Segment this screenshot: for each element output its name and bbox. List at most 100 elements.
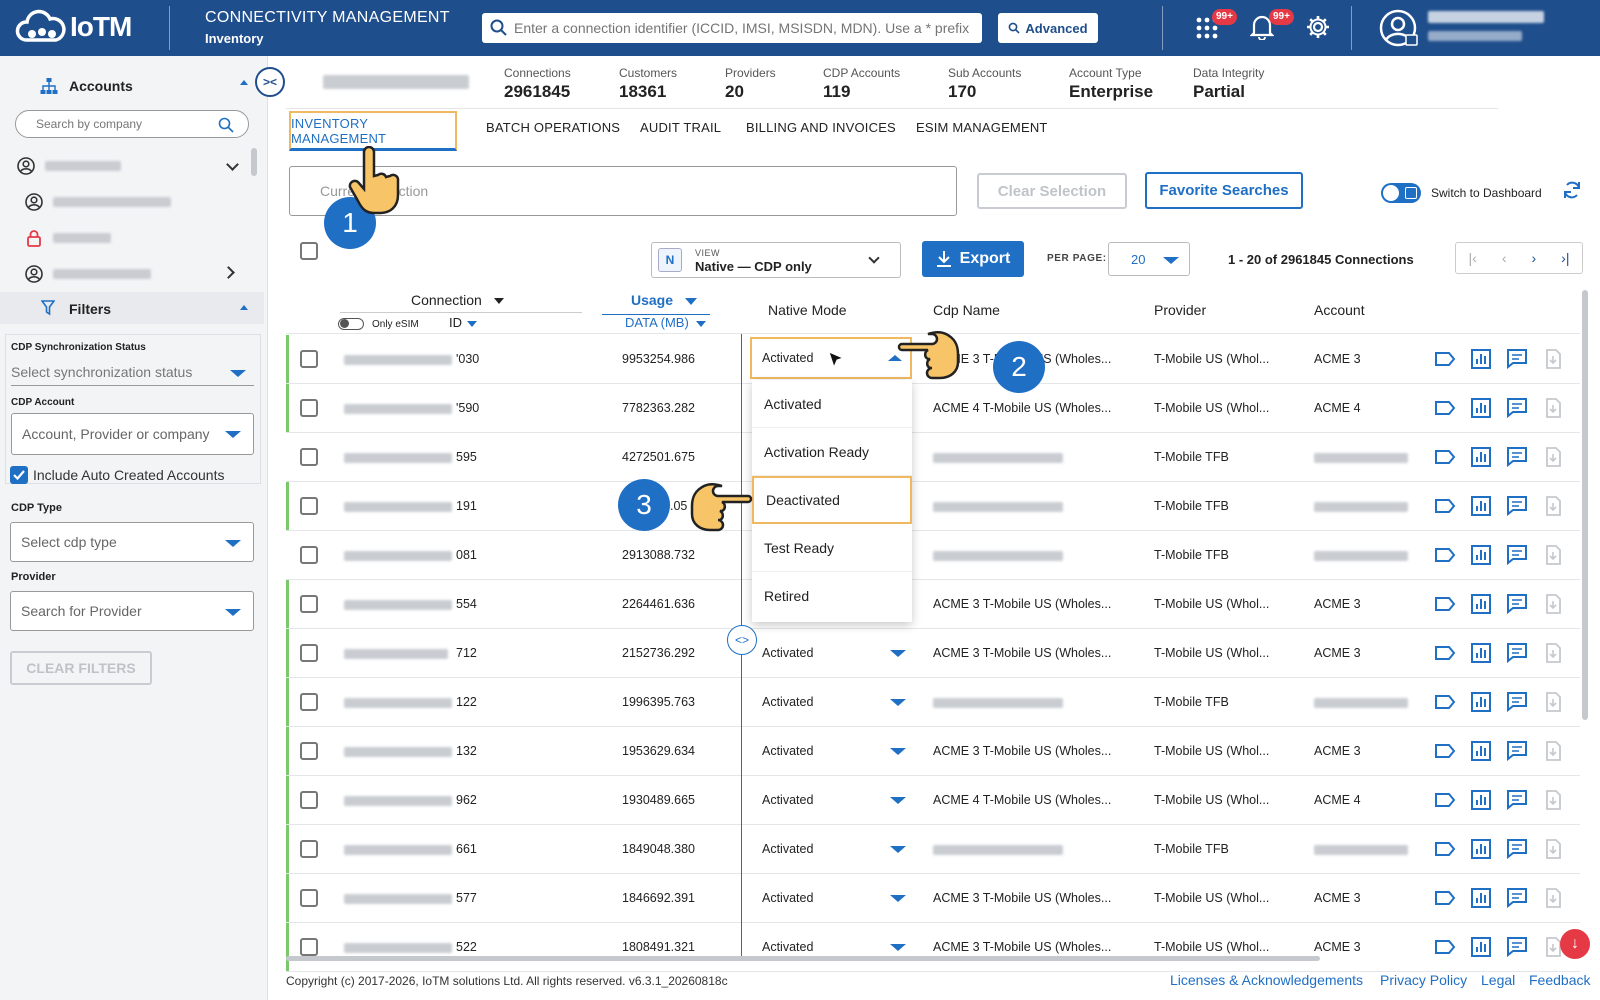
caret-down-icon[interactable] <box>890 797 906 804</box>
menu-item-retired[interactable]: Retired <box>752 572 912 620</box>
account-tree-item[interactable] <box>25 192 171 212</box>
row-checkbox[interactable] <box>300 644 318 662</box>
usage-chart-icon[interactable] <box>1470 887 1492 909</box>
row-id[interactable]: 595 <box>456 450 477 464</box>
caret-down-icon[interactable] <box>890 699 906 706</box>
row-checkbox[interactable] <box>300 546 318 564</box>
row-native-mode[interactable]: Activated <box>762 744 813 758</box>
comment-icon[interactable] <box>1506 593 1528 615</box>
table-row[interactable]: 122 1996395.763 Activated T-Mobile TFB <box>286 678 1580 727</box>
col-connection[interactable]: Connection <box>411 292 504 308</box>
sidebar-scrollbar[interactable] <box>251 148 257 176</box>
caret-down-icon[interactable] <box>890 846 906 853</box>
row-id[interactable]: 712 <box>456 646 477 660</box>
caret-down-icon[interactable] <box>890 748 906 755</box>
table-row[interactable]: 191 .05 T-Mobile TFB <box>286 482 1580 531</box>
link-legal[interactable]: Legal <box>1481 972 1515 988</box>
row-id[interactable]: 577 <box>456 891 477 905</box>
comment-icon[interactable] <box>1506 446 1528 468</box>
comment-icon[interactable] <box>1506 495 1528 517</box>
first-page-icon[interactable]: |‹ <box>1469 250 1477 266</box>
provider-select[interactable]: Search for Provider <box>10 591 254 631</box>
comment-icon[interactable] <box>1506 348 1528 370</box>
collapse-sidebar-button[interactable]: >< <box>255 67 285 97</box>
global-search-input[interactable] <box>514 20 974 36</box>
col-native-mode[interactable]: Native Mode <box>768 302 847 318</box>
user-menu[interactable] <box>1378 8 1544 48</box>
usage-chart-icon[interactable] <box>1470 446 1492 468</box>
tag-icon[interactable] <box>1434 887 1456 909</box>
col-account[interactable]: Account <box>1314 302 1365 318</box>
comment-icon[interactable] <box>1506 397 1528 419</box>
refresh-icon[interactable] <box>1561 179 1583 201</box>
table-row[interactable]: 577 1846692.391 Activated ACME 3 T-Mobile U… <box>286 874 1580 923</box>
row-id[interactable]: 132 <box>456 744 477 758</box>
row-checkbox[interactable] <box>300 497 318 515</box>
only-esim-toggle[interactable]: Only eSIM <box>338 318 419 330</box>
row-id[interactable]: '030 <box>456 352 479 366</box>
next-page-icon[interactable]: › <box>1531 250 1536 266</box>
row-id[interactable]: 122 <box>456 695 477 709</box>
row-checkbox[interactable] <box>300 791 318 809</box>
row-id[interactable]: 522 <box>456 940 477 954</box>
menu-item-test-ready[interactable]: Test Ready <box>752 524 912 572</box>
row-checkbox[interactable] <box>300 693 318 711</box>
usage-chart-icon[interactable] <box>1470 397 1492 419</box>
gear-icon[interactable] <box>1306 15 1330 44</box>
table-row[interactable]: 081 2913088.732 T-Mobile TFB <box>286 531 1580 580</box>
table-row[interactable]: 554 2264461.636 ACME 3 T-Mobile US (Wholes… <box>286 580 1580 629</box>
tag-icon[interactable] <box>1434 348 1456 370</box>
filters-header[interactable]: Filters <box>0 292 264 324</box>
tag-icon[interactable] <box>1434 397 1456 419</box>
table-row[interactable]: 595 4272501.675 T-Mobile TFB <box>286 433 1580 482</box>
row-checkbox[interactable] <box>300 742 318 760</box>
global-search[interactable] <box>482 13 982 43</box>
toggle-switch[interactable] <box>338 318 364 330</box>
prev-page-icon[interactable]: ‹ <box>1502 250 1507 266</box>
select-all-checkbox[interactable] <box>300 242 318 260</box>
row-checkbox[interactable] <box>300 595 318 613</box>
usage-chart-icon[interactable] <box>1470 740 1492 762</box>
comment-icon[interactable] <box>1506 838 1528 860</box>
col-provider[interactable]: Provider <box>1154 302 1206 318</box>
favorite-searches-button[interactable]: Favorite Searches <box>1145 172 1303 209</box>
usage-chart-icon[interactable] <box>1470 691 1492 713</box>
sync-status-select[interactable]: Select synchronization status <box>11 358 254 386</box>
menu-item-activation-ready[interactable]: Activation Ready <box>752 428 912 476</box>
tag-icon[interactable] <box>1434 838 1456 860</box>
tab-inventory-management[interactable]: INVENTORY MANAGEMENT <box>289 111 457 151</box>
comment-icon[interactable] <box>1506 642 1528 664</box>
switch-dashboard-toggle[interactable]: Switch to Dashboard <box>1381 183 1542 203</box>
account-tree-item[interactable] <box>25 228 111 248</box>
row-id[interactable]: '590 <box>456 401 479 415</box>
row-checkbox[interactable] <box>300 350 318 368</box>
usage-chart-icon[interactable] <box>1470 544 1492 566</box>
comment-icon[interactable] <box>1506 789 1528 811</box>
split-handle[interactable]: <> <box>727 625 757 655</box>
chevron-right-icon[interactable] <box>222 266 235 279</box>
table-row[interactable]: '590 7782363.282 ACME 4 T-Mobile US (Whole… <box>286 384 1580 433</box>
usage-chart-icon[interactable] <box>1470 348 1492 370</box>
tag-icon[interactable] <box>1434 642 1456 664</box>
row-id[interactable]: 191 <box>456 499 477 513</box>
tag-icon[interactable] <box>1434 495 1456 517</box>
last-page-icon[interactable]: ›| <box>1561 250 1569 266</box>
include-auto-checkbox[interactable]: Include Auto Created Accounts <box>10 466 224 484</box>
per-page-select[interactable]: 20 <box>1108 242 1190 276</box>
row-native-mode[interactable]: Activated <box>762 891 813 905</box>
row-native-mode[interactable]: Activated <box>762 646 813 660</box>
scroll-down-button[interactable]: ↓ <box>1560 929 1590 959</box>
usage-chart-icon[interactable] <box>1470 789 1492 811</box>
account-tree-item[interactable] <box>17 156 121 176</box>
cdp-account-select[interactable]: Account, Provider or company <box>11 413 254 455</box>
tag-icon[interactable] <box>1434 593 1456 615</box>
caret-down-icon[interactable] <box>890 895 906 902</box>
row-native-mode[interactable]: Activated <box>762 842 813 856</box>
tag-icon[interactable] <box>1434 789 1456 811</box>
usage-chart-icon[interactable] <box>1470 495 1492 517</box>
col-data[interactable]: DATA (MB) <box>625 315 706 330</box>
comment-icon[interactable] <box>1506 887 1528 909</box>
menu-item-activated[interactable]: Activated <box>752 380 912 428</box>
advanced-search-button[interactable]: Advanced <box>998 13 1098 43</box>
native-mode-select-open[interactable]: Activated <box>750 337 912 379</box>
